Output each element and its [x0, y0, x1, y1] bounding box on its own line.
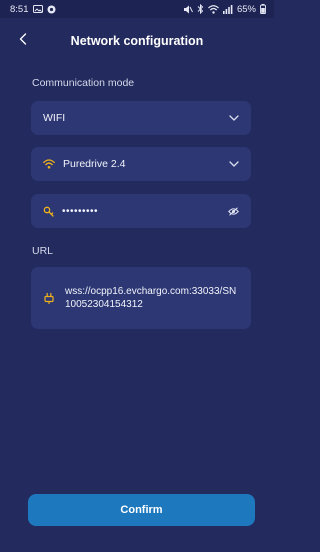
gallery-icon	[32, 5, 43, 13]
app-header: Network configuration	[0, 18, 274, 64]
password-value: •••••••••	[62, 205, 99, 217]
password-field[interactable]: •••••••••	[31, 194, 251, 228]
eye-off-icon[interactable]	[228, 206, 239, 216]
status-left: 8:51	[10, 4, 56, 15]
back-icon	[19, 32, 27, 50]
communication-mode-value: WIFI	[43, 112, 66, 124]
mute-icon	[183, 5, 193, 14]
battery-percentage: 65%	[236, 3, 256, 15]
page-title: Network configuration	[70, 34, 204, 48]
url-value: wss://ocpp16.evchargo.com:33033/SN100523…	[65, 286, 237, 310]
url-field[interactable]: wss://ocpp16.evchargo.com:33033/SN100523…	[31, 267, 251, 329]
signal-icon	[222, 4, 233, 14]
chevron-down-icon	[229, 161, 239, 167]
wifi-network-icon	[43, 159, 55, 169]
bluetooth-icon	[197, 4, 204, 14]
status-time: 8:51	[10, 3, 29, 15]
battery-icon	[260, 4, 266, 14]
status-right: 65%	[183, 4, 266, 15]
plug-icon	[43, 292, 55, 304]
communication-mode-select[interactable]: WIFI	[31, 101, 251, 135]
chevron-down-icon	[229, 115, 239, 121]
confirm-button[interactable]: Confirm	[28, 494, 255, 526]
network-select[interactable]: Puredrive 2.4	[31, 147, 251, 181]
status-bar: 8:51 65%	[0, 0, 274, 18]
wifi-icon	[208, 4, 219, 14]
network-value: Puredrive 2.4	[63, 158, 126, 170]
url-label: URL	[32, 245, 54, 257]
chat-icon	[47, 5, 56, 14]
communication-mode-label: Communication mode	[32, 77, 135, 89]
key-icon	[43, 206, 54, 217]
back-button[interactable]	[14, 32, 32, 50]
